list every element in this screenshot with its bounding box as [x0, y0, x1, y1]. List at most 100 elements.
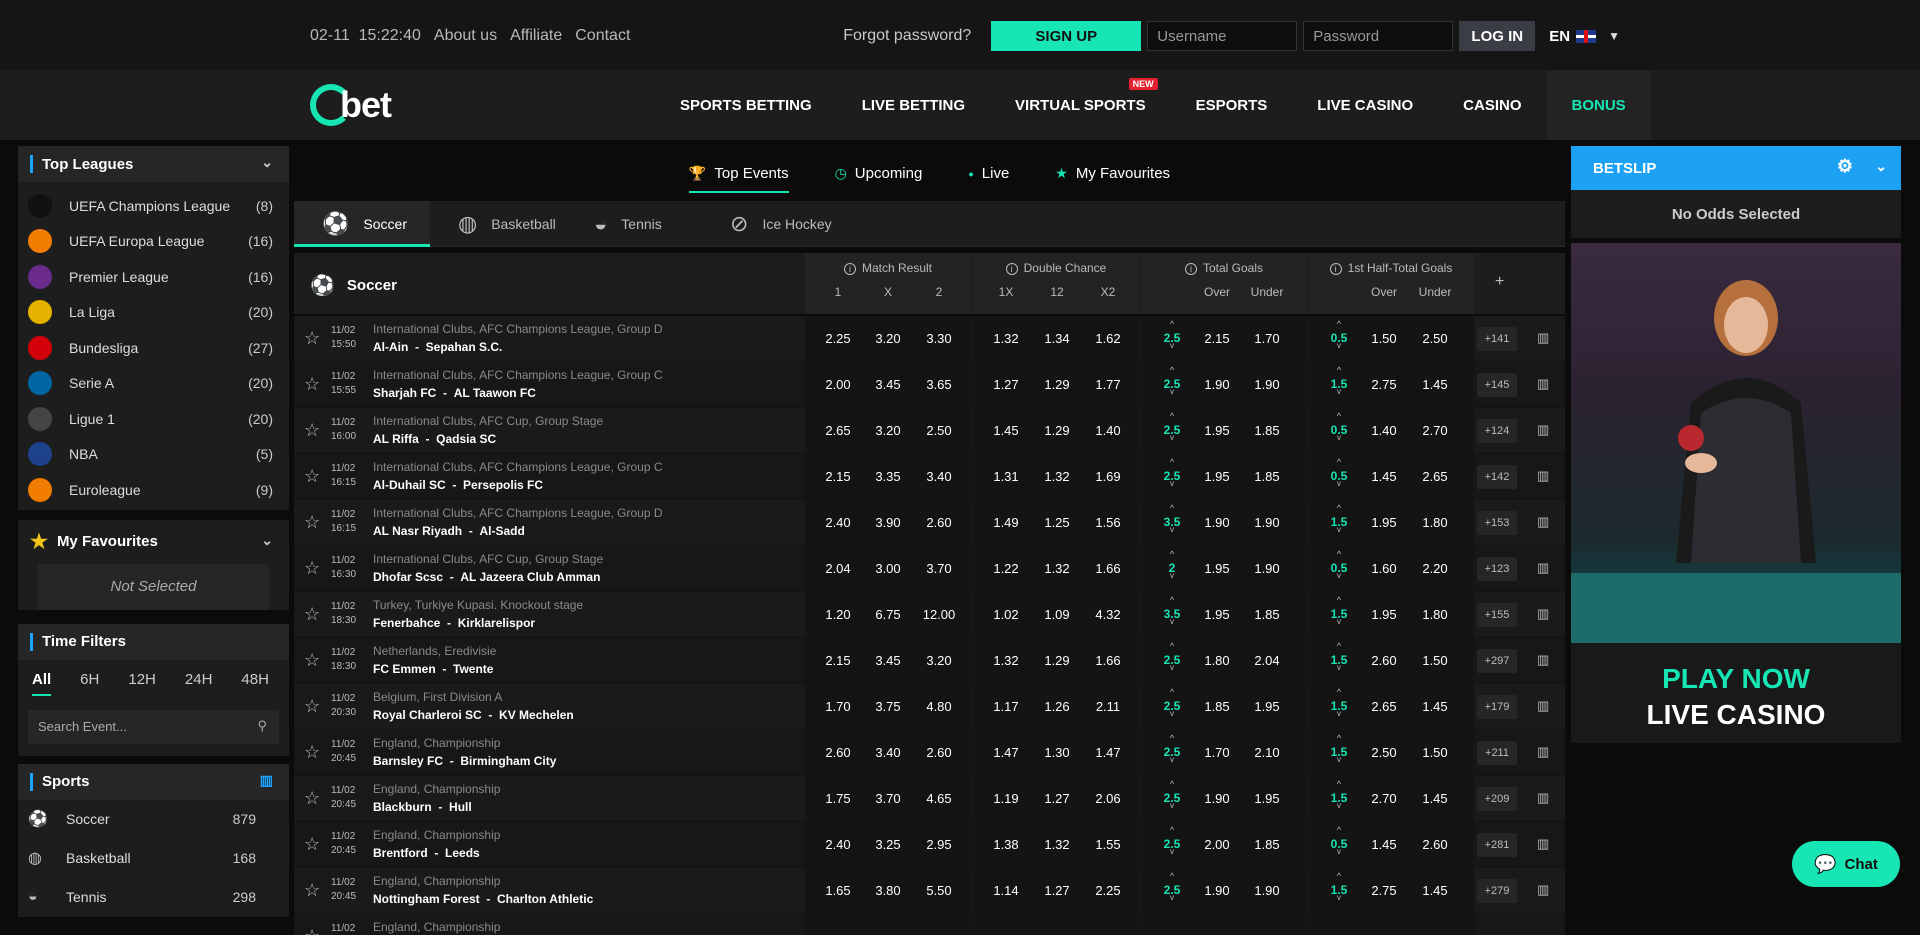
odd-x2[interactable]: 1.62	[1083, 331, 1133, 346]
match-teams[interactable]: Fenerbahce - Kirklarelispor	[373, 616, 535, 630]
odd-1x[interactable]: 1.19	[981, 791, 1031, 806]
odd-over[interactable]: 2.00	[1192, 837, 1242, 852]
match-row[interactable]: ☆ 11/02 16:00 International Clubs, AFC Cup,…	[294, 408, 1565, 454]
more-markets-button[interactable]: +124	[1477, 419, 1517, 443]
search-event-input[interactable]: Search Event... ⚲	[28, 709, 279, 744]
match-teams[interactable]: Dhofar Scsc - AL Jazeera Club Amman	[373, 570, 600, 584]
half-goals-line[interactable]: 0.5	[1324, 825, 1354, 856]
stats-icon[interactable]: ▥	[1537, 330, 1549, 346]
odd-away[interactable]: 12.00	[914, 607, 964, 622]
total-goals-line[interactable]: 2.5	[1157, 365, 1187, 396]
nav-virtual-sports[interactable]: VIRTUAL SPORTS NEW	[990, 70, 1171, 140]
odd-half-over[interactable]: 1.50	[1359, 331, 1409, 346]
favourites-header[interactable]: ★ My Favourites ⌄	[18, 519, 289, 564]
match-teams[interactable]: Brentford - Leeds	[373, 846, 480, 860]
odd-away[interactable]: 3.65	[914, 377, 964, 392]
match-row[interactable]: ☆ 11/02 16:15 International Clubs, AFC Cham…	[294, 454, 1565, 500]
odd-half-under[interactable]: 1.45	[1410, 377, 1460, 392]
tab-upcoming[interactable]: ◷ Upcoming	[835, 159, 923, 189]
match-row[interactable]: ☆ 11/02 20:45 England, Championship Brentfor…	[294, 822, 1565, 868]
gear-icon[interactable]: ⚙	[1837, 156, 1853, 177]
league-item[interactable]: Euroleague (9)	[18, 472, 289, 508]
sport-tab-soccer[interactable]: ⚽ Soccer	[294, 201, 430, 247]
odd-x2[interactable]: 1.40	[1083, 423, 1133, 438]
match-teams[interactable]: Royal Charleroi SC - KV Mechelen	[373, 708, 574, 722]
odd-half-under[interactable]: 1.45	[1410, 791, 1460, 806]
odd-away[interactable]: 2.60	[914, 745, 964, 760]
match-row[interactable]: ☆ 11/02 20:45 England, Championship Nottingh…	[294, 868, 1565, 914]
contact-link[interactable]: Contact	[575, 27, 630, 45]
half-goals-line[interactable]: 0.5	[1324, 411, 1354, 442]
odd-under[interactable]: 1.90	[1242, 561, 1292, 576]
match-row[interactable]: ☆ 11/02 18:30 Turkey, Turkiye Kupasi. Knock…	[294, 592, 1565, 638]
odd-over[interactable]: 1.90	[1192, 377, 1242, 392]
odd-over[interactable]: 1.90	[1192, 515, 1242, 530]
odd-12[interactable]: 1.27	[1032, 791, 1082, 806]
more-markets-button[interactable]: +123	[1477, 557, 1517, 581]
favourite-star-icon[interactable]: ☆	[304, 420, 320, 441]
odd-half-under[interactable]: 1.50	[1410, 653, 1460, 668]
odd-over[interactable]: 2.15	[1192, 331, 1242, 346]
odd-home[interactable]: 2.04	[813, 561, 863, 576]
odd-half-over[interactable]: 2.75	[1359, 883, 1409, 898]
favourite-star-icon[interactable]: ☆	[304, 558, 320, 579]
odd-half-under[interactable]: 1.45	[1410, 883, 1460, 898]
stats-icon[interactable]: ▥	[1537, 652, 1549, 668]
odd-under[interactable]: 1.85	[1242, 837, 1292, 852]
nav-live-casino[interactable]: LIVE CASINO	[1292, 70, 1438, 140]
odd-away[interactable]: 3.70	[914, 561, 964, 576]
odd-12[interactable]: 1.29	[1032, 653, 1082, 668]
about-us-link[interactable]: About us	[434, 27, 497, 45]
odd-half-under[interactable]: 1.80	[1410, 607, 1460, 622]
odd-1x[interactable]: 1.02	[981, 607, 1031, 622]
odd-half-over[interactable]: 2.60	[1359, 653, 1409, 668]
more-markets-button[interactable]: +155	[1477, 603, 1517, 627]
match-row[interactable]: ☆ 11/02 16:15 International Clubs, AFC Cham…	[294, 500, 1565, 546]
odd-away[interactable]: 4.80	[914, 699, 964, 714]
signup-button[interactable]: SIGN UP	[991, 21, 1142, 51]
favourite-star-icon[interactable]: ☆	[304, 512, 320, 533]
filter-12h[interactable]: 12H	[128, 671, 156, 688]
odd-1x[interactable]: 1.47	[981, 745, 1031, 760]
odd-x2[interactable]: 1.77	[1083, 377, 1133, 392]
odd-x2[interactable]: 2.25	[1083, 883, 1133, 898]
sport-tab-tennis[interactable]: ◒ Tennis	[566, 201, 702, 247]
favourite-star-icon[interactable]: ☆	[304, 926, 320, 935]
odd-x2[interactable]: 1.66	[1083, 653, 1133, 668]
total-goals-line[interactable]: 2.5	[1157, 687, 1187, 718]
total-goals-line[interactable]: 2.5	[1157, 457, 1187, 488]
odd-1x[interactable]: 1.27	[981, 377, 1031, 392]
odd-home[interactable]: 2.00	[813, 377, 863, 392]
odd-1x[interactable]: 1.38	[981, 837, 1031, 852]
search-icon[interactable]: ⚲	[257, 718, 267, 734]
odd-home[interactable]: 2.40	[813, 837, 863, 852]
stats-icon[interactable]: ▥	[1537, 376, 1549, 392]
favourite-star-icon[interactable]: ☆	[304, 466, 320, 487]
info-icon[interactable]: i	[1184, 263, 1197, 275]
favourite-star-icon[interactable]: ☆	[304, 742, 320, 763]
odd-12[interactable]: 1.30	[1032, 745, 1082, 760]
odd-over[interactable]: 1.80	[1192, 653, 1242, 668]
sport-item-basketball[interactable]: ◍ Basketball 168	[18, 839, 289, 878]
odd-half-under[interactable]: 2.60	[1410, 837, 1460, 852]
favourite-star-icon[interactable]: ☆	[304, 650, 320, 671]
match-row[interactable]: ☆ 11/02 16:30 International Clubs, AFC Cup,…	[294, 546, 1565, 592]
odd-under[interactable]: 2.10	[1242, 745, 1292, 760]
odd-over[interactable]: 1.95	[1192, 607, 1242, 622]
odd-draw[interactable]: 6.75	[863, 607, 913, 622]
odd-under[interactable]: 1.90	[1242, 883, 1292, 898]
odd-away[interactable]: 2.60	[914, 515, 964, 530]
odd-1x[interactable]: 1.32	[981, 331, 1031, 346]
more-markets-button[interactable]: +142	[1477, 465, 1517, 489]
nav-esports[interactable]: ESPORTS	[1171, 70, 1293, 140]
chat-button[interactable]: 💬 Chat	[1792, 841, 1900, 887]
odd-12[interactable]: 1.27	[1032, 883, 1082, 898]
odd-1x[interactable]: 1.45	[981, 423, 1031, 438]
odd-under[interactable]: 1.95	[1242, 699, 1292, 714]
odd-half-over[interactable]: 2.65	[1359, 699, 1409, 714]
match-row[interactable]: ☆ 11/02 20:45 England, Championship Barnsley…	[294, 730, 1565, 776]
more-markets-button[interactable]: +141	[1477, 327, 1517, 351]
password-input[interactable]: Password	[1303, 21, 1454, 51]
tab-live[interactable]: ● Live	[968, 159, 1009, 189]
odd-draw[interactable]: 3.75	[863, 699, 913, 714]
